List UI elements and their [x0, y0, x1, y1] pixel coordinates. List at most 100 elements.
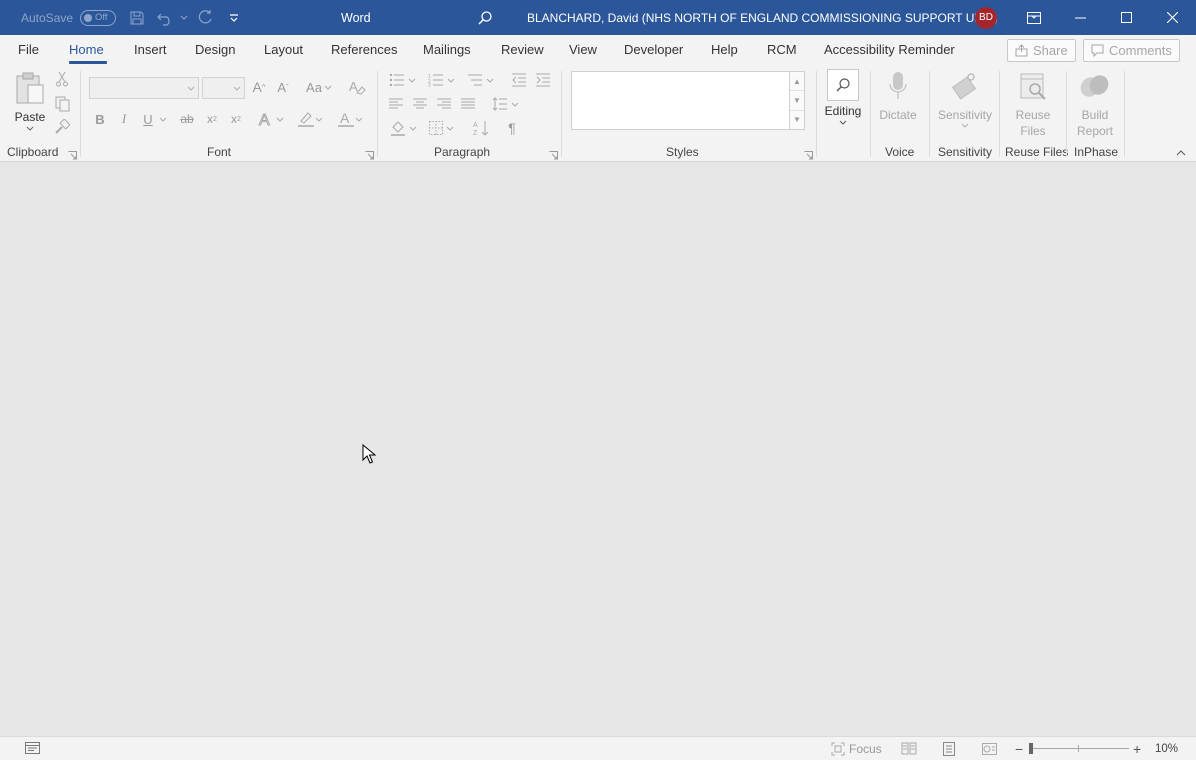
- paste-button[interactable]: Paste: [12, 70, 48, 140]
- numbering-button[interactable]: 123: [425, 72, 457, 88]
- editing-button[interactable]: Editing: [822, 69, 864, 139]
- font-name-combo[interactable]: [89, 77, 199, 99]
- print-layout-icon[interactable]: [942, 737, 956, 760]
- share-button[interactable]: Share: [1007, 39, 1076, 62]
- text-effects-button[interactable]: A: [256, 110, 286, 128]
- tab-developer[interactable]: Developer: [624, 42, 683, 57]
- multilevel-list-button[interactable]: [464, 72, 496, 88]
- zoom-level[interactable]: 10%: [1155, 737, 1178, 760]
- tab-help[interactable]: Help: [711, 42, 738, 57]
- svg-text:A: A: [473, 122, 478, 129]
- collapse-ribbon-icon[interactable]: [1174, 147, 1188, 159]
- dictate-button[interactable]: Dictate: [876, 69, 920, 139]
- font-size-combo[interactable]: [202, 77, 245, 99]
- sensitivity-label: Sensitivity: [937, 108, 993, 122]
- italic-icon[interactable]: I: [116, 110, 132, 128]
- maximize-button[interactable]: [1103, 0, 1149, 35]
- save-icon[interactable]: [129, 0, 145, 35]
- build-report-label-line1: Build: [1081, 108, 1109, 122]
- tab-view[interactable]: View: [569, 42, 597, 57]
- underline-dropdown-icon[interactable]: [158, 110, 168, 128]
- styles-more-icon[interactable]: ▼: [790, 111, 804, 129]
- styles-launcher-icon[interactable]: [804, 149, 813, 160]
- web-layout-icon[interactable]: [982, 737, 997, 760]
- editing-label: Editing: [824, 104, 862, 118]
- bullets-button[interactable]: [386, 72, 418, 88]
- undo-dropdown-icon[interactable]: [180, 0, 188, 35]
- styles-scroll-up-icon[interactable]: ▲: [790, 72, 804, 92]
- zoom-out-icon[interactable]: −: [1015, 737, 1023, 760]
- sensitivity-button[interactable]: Sensitivity: [934, 69, 996, 139]
- autosave-toggle[interactable]: Off: [80, 9, 116, 26]
- build-report-label-line2: Report: [1076, 124, 1114, 138]
- styles-gallery[interactable]: [571, 71, 790, 130]
- highlight-color-button[interactable]: [295, 110, 325, 128]
- read-mode-icon[interactable]: [901, 737, 917, 760]
- tab-home[interactable]: Home: [69, 42, 104, 57]
- increase-indent-icon[interactable]: [534, 72, 552, 88]
- paste-label: Paste: [14, 110, 46, 124]
- clipboard-launcher-icon[interactable]: [68, 149, 77, 160]
- borders-button[interactable]: [426, 119, 456, 137]
- comments-label: Comments: [1109, 43, 1172, 58]
- tab-rcm[interactable]: RCM: [767, 42, 797, 57]
- bold-icon[interactable]: B: [92, 110, 108, 128]
- superscript-icon[interactable]: x2: [228, 110, 244, 128]
- microphone-icon: [876, 69, 920, 103]
- tab-file[interactable]: File: [18, 42, 39, 57]
- copy-icon[interactable]: [54, 96, 70, 112]
- autosave[interactable]: AutoSave: [21, 0, 73, 35]
- shading-button[interactable]: [388, 119, 418, 137]
- document-area[interactable]: [0, 163, 1196, 736]
- toggle-knob: [84, 13, 92, 22]
- tab-insert[interactable]: Insert: [134, 42, 167, 57]
- title-bar: AutoSave Off Word BLANCHARD, David (NHS …: [0, 0, 1196, 35]
- font-launcher-icon[interactable]: [365, 149, 374, 160]
- customize-qat-icon[interactable]: [229, 0, 239, 35]
- align-left-icon[interactable]: [388, 96, 404, 112]
- tab-review[interactable]: Review: [501, 42, 544, 57]
- show-formatting-marks-icon[interactable]: ¶: [503, 119, 521, 137]
- align-center-icon[interactable]: [412, 96, 428, 112]
- tab-layout[interactable]: Layout: [264, 42, 303, 57]
- reuse-files-button[interactable]: Reuse Files: [1010, 69, 1056, 139]
- cut-icon[interactable]: [54, 71, 70, 87]
- align-right-icon[interactable]: [436, 96, 452, 112]
- change-case-button[interactable]: Aa: [304, 78, 334, 96]
- zoom-in-icon[interactable]: +: [1133, 737, 1141, 760]
- zoom-slider[interactable]: [1029, 748, 1129, 749]
- line-spacing-button[interactable]: [489, 96, 521, 112]
- sort-icon[interactable]: AZ: [472, 119, 490, 137]
- grow-font-icon[interactable]: A ^: [250, 78, 268, 96]
- tab-design[interactable]: Design: [195, 42, 235, 57]
- subscript-icon[interactable]: x2: [204, 110, 220, 128]
- font-color-button[interactable]: A: [334, 110, 366, 128]
- zoom-slider-thumb[interactable]: [1029, 743, 1033, 754]
- macro-recording-icon[interactable]: [25, 737, 40, 760]
- account-name[interactable]: BLANCHARD, David (NHS NORTH OF ENGLAND C…: [527, 11, 998, 25]
- redo-icon[interactable]: [197, 0, 214, 35]
- minimize-button[interactable]: [1057, 0, 1103, 35]
- tab-references[interactable]: References: [331, 42, 397, 57]
- styles-group-label: Styles: [666, 145, 699, 159]
- avatar[interactable]: BD: [975, 6, 997, 29]
- chevron-down-icon: [276, 117, 284, 122]
- close-button[interactable]: [1149, 0, 1195, 35]
- search-icon[interactable]: [477, 0, 493, 35]
- styles-scroll-down-icon[interactable]: ▼: [790, 91, 804, 111]
- build-report-button[interactable]: Build Report: [1072, 69, 1118, 139]
- ribbon-display-options-icon[interactable]: [1011, 0, 1057, 35]
- focus-mode-button[interactable]: Focus: [831, 737, 882, 760]
- strikethrough-icon[interactable]: ab: [178, 110, 196, 128]
- clear-formatting-icon[interactable]: A: [348, 78, 366, 96]
- format-painter-icon[interactable]: [54, 119, 70, 135]
- shrink-font-icon[interactable]: Aˇ: [274, 78, 292, 96]
- comments-button[interactable]: Comments: [1083, 39, 1180, 62]
- undo-icon[interactable]: [157, 0, 175, 35]
- tab-accessibility-reminder[interactable]: Accessibility Reminder: [824, 42, 955, 57]
- tab-mailings[interactable]: Mailings: [423, 42, 471, 57]
- decrease-indent-icon[interactable]: [510, 72, 528, 88]
- paragraph-launcher-icon[interactable]: [549, 149, 558, 160]
- justify-icon[interactable]: [460, 96, 476, 112]
- underline-icon[interactable]: U: [140, 110, 156, 128]
